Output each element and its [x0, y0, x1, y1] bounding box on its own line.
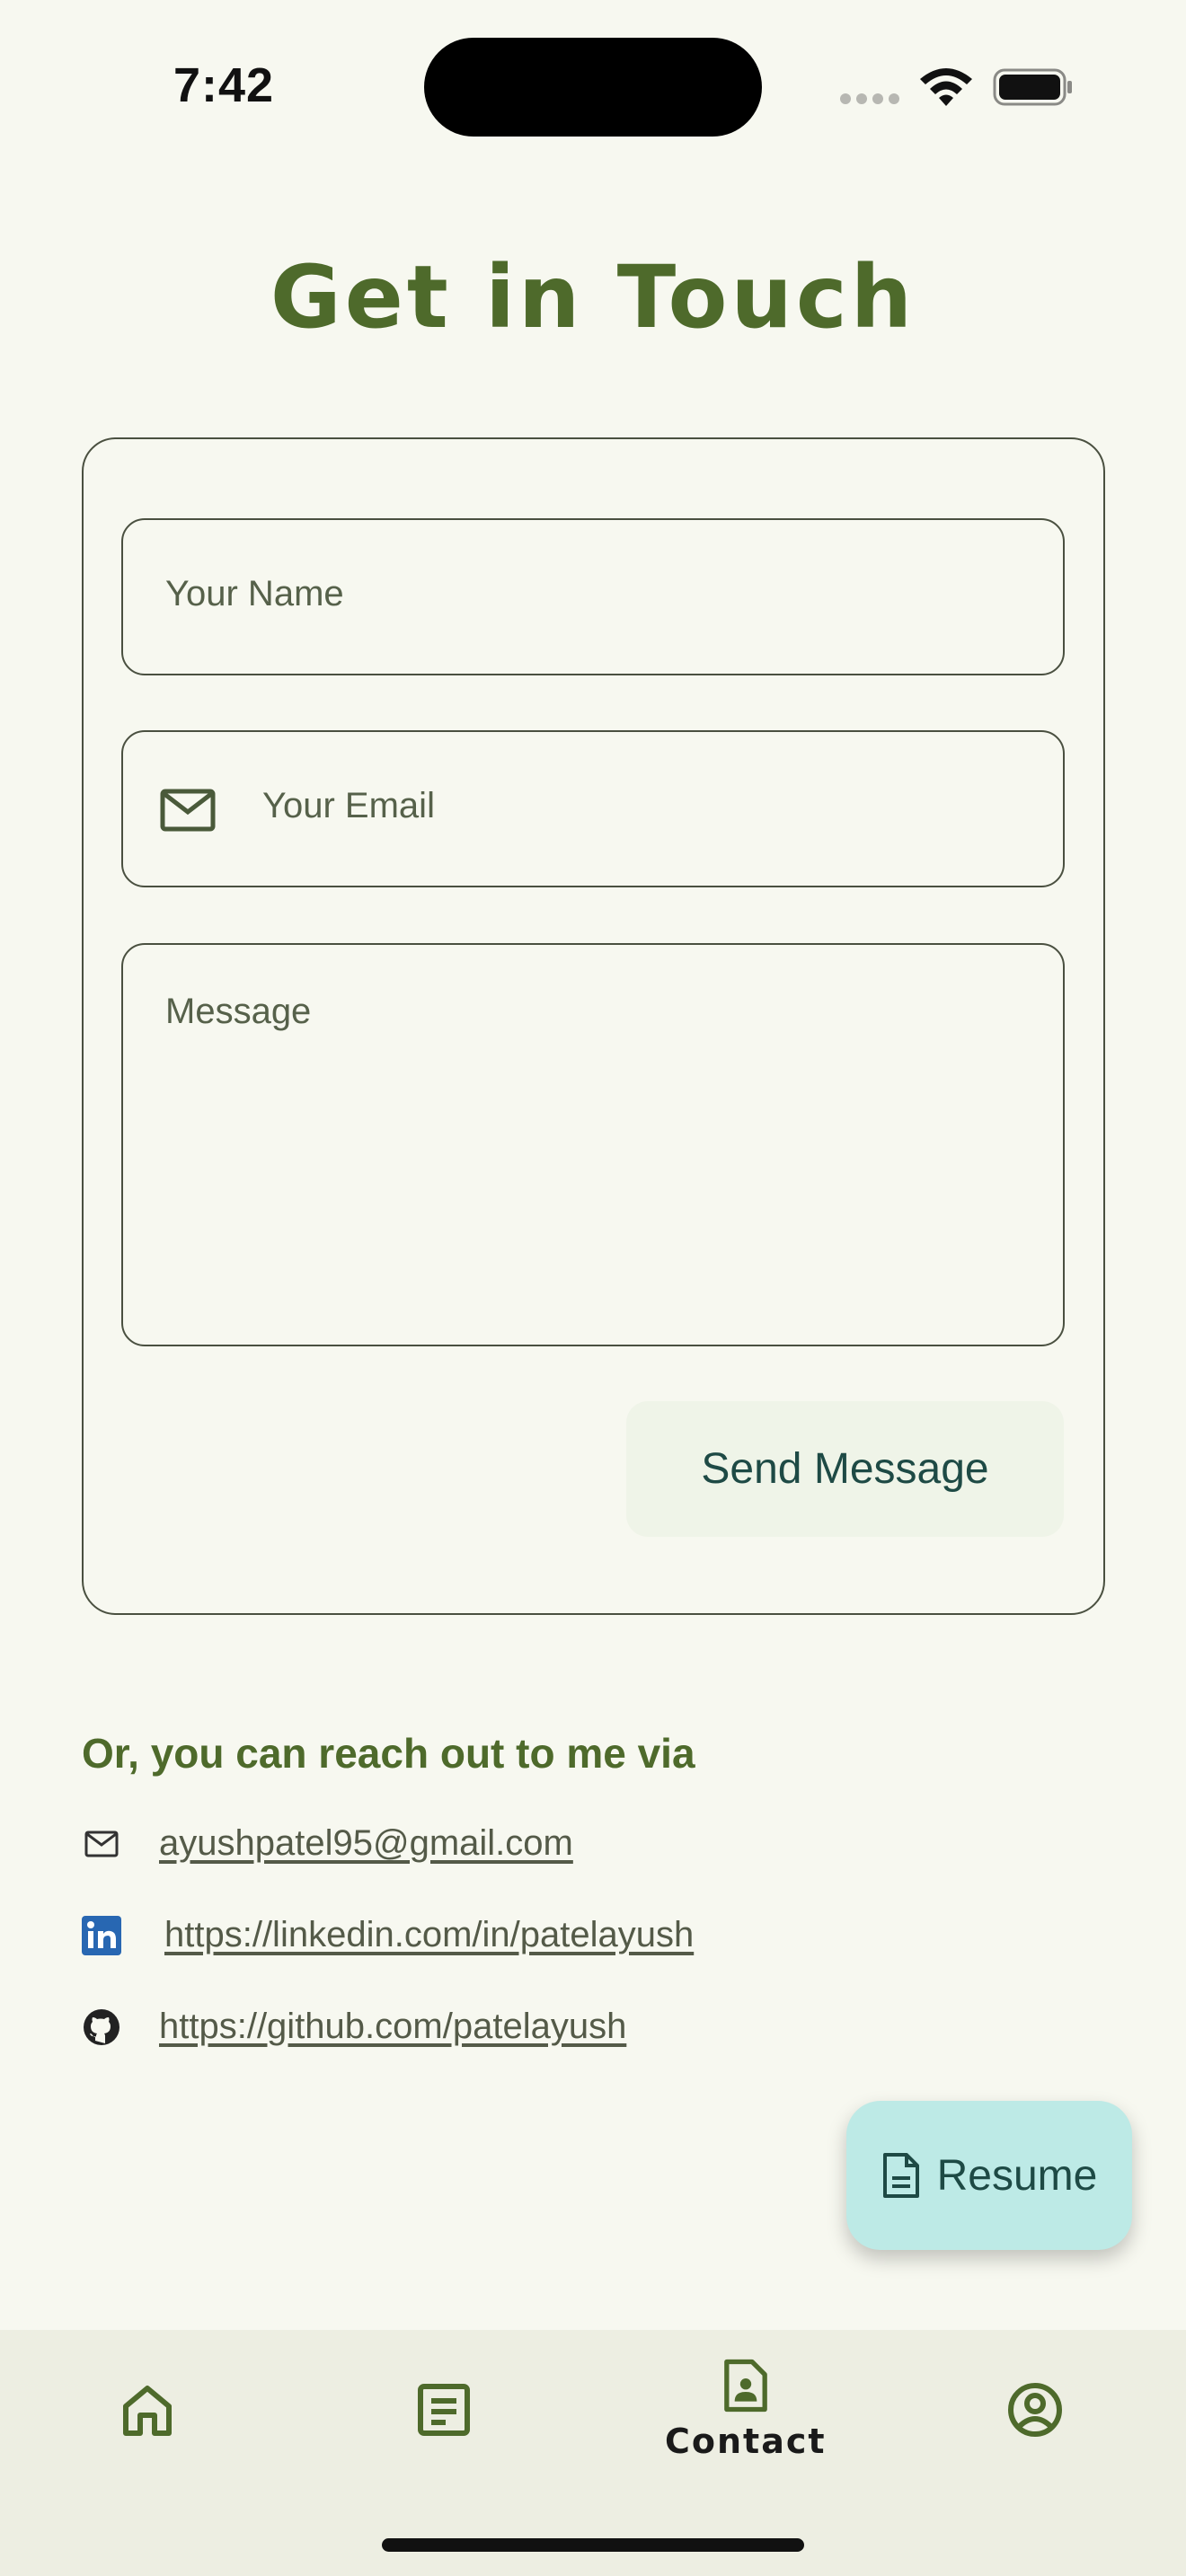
status-time: 7:42 [173, 58, 275, 112]
send-message-button[interactable]: Send Message [626, 1401, 1064, 1537]
article-icon [418, 2384, 470, 2436]
dynamic-island [424, 38, 762, 137]
home-icon [123, 2386, 172, 2436]
contact-linkedin-row: https://linkedin.com/in/patelayush [82, 1915, 694, 1955]
resume-button[interactable]: Resume [846, 2101, 1132, 2250]
battery-icon [993, 68, 1072, 106]
email-field[interactable]: Your Email [121, 730, 1065, 887]
email-placeholder: Your Email [262, 786, 435, 825]
wifi-icon [920, 68, 972, 106]
reach-out-heading: Or, you can reach out to me via [82, 1730, 695, 1777]
resume-label: Resume [936, 2151, 1098, 2200]
nav-item-profile[interactable] [1005, 2379, 1066, 2440]
account-circle-icon [1008, 2383, 1062, 2437]
message-field[interactable]: Message [121, 943, 1065, 1346]
contact-github-row: https://github.com/patelayush [82, 2007, 626, 2047]
document-icon [882, 2153, 919, 2198]
contact-page-icon [723, 2359, 767, 2413]
email-link[interactable]: ayushpatel95@gmail.com [159, 1823, 573, 1864]
linkedin-icon [82, 1915, 121, 1955]
home-indicator[interactable] [382, 2538, 804, 2552]
nav-item-home[interactable] [117, 2379, 178, 2440]
nav-item-projects[interactable] [413, 2379, 474, 2440]
github-link[interactable]: https://github.com/patelayush [159, 2007, 626, 2047]
mail-icon [160, 789, 216, 832]
mail-icon [82, 1824, 121, 1864]
page-title: Get in Touch [270, 247, 916, 348]
cellular-signal-icon [840, 93, 899, 104]
nav-item-contact[interactable]: Contact [665, 2357, 827, 2461]
name-field[interactable]: Your Name [121, 518, 1065, 675]
nav-label-contact: Contact [665, 2422, 827, 2461]
message-placeholder: Message [165, 992, 312, 1031]
github-icon [82, 2007, 121, 2047]
contact-email-row: ayushpatel95@gmail.com [82, 1823, 573, 1864]
linkedin-link[interactable]: https://linkedin.com/in/patelayush [164, 1915, 694, 1955]
name-placeholder: Your Name [165, 574, 344, 613]
